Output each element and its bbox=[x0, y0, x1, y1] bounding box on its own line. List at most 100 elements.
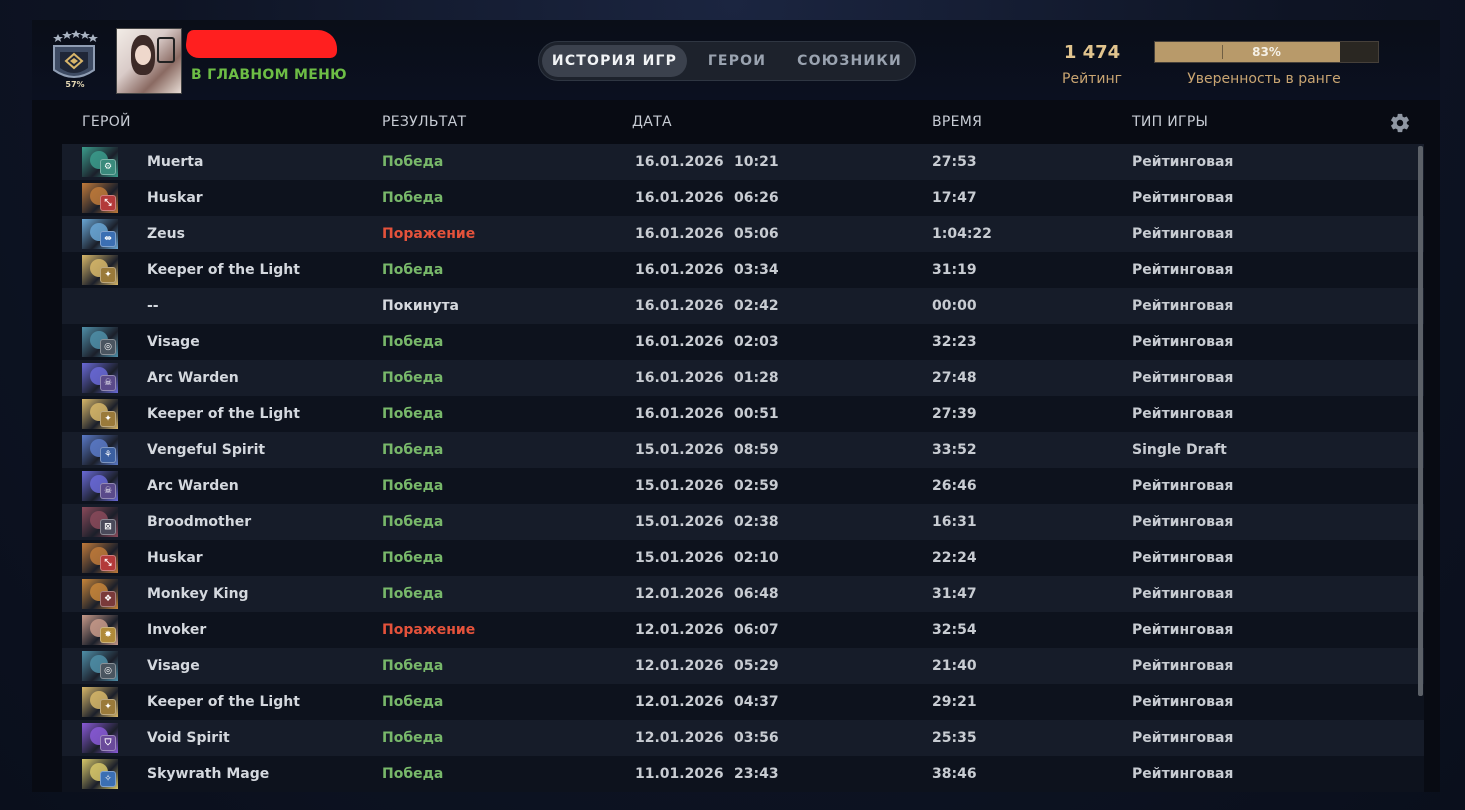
match-date: 16.01.2026 bbox=[635, 334, 724, 350]
column-header-date[interactable]: ДАТА bbox=[632, 114, 672, 130]
table-row[interactable]: ✦ Keeper of the Light Победа 12.01.2026 04:3… bbox=[62, 684, 1424, 720]
rating-label: Рейтинг bbox=[1062, 71, 1122, 87]
table-row[interactable]: ❖ Monkey King Победа 12.01.2026 06:48 31:47 Ре… bbox=[62, 576, 1424, 612]
hero-name: Arc Warden bbox=[147, 370, 239, 386]
hero-name: Keeper of the Light bbox=[147, 694, 300, 710]
column-header-hero[interactable]: ГЕРОЙ bbox=[82, 114, 131, 130]
match-list: ⚙ Muerta Победа 16.01.2026 10:21 27:53 Рейтинг… bbox=[62, 144, 1424, 792]
match-result: Победа bbox=[382, 658, 444, 674]
table-header: ГЕРОЙ РЕЗУЛЬТАТ ДАТА ВРЕМЯ ТИП ИГРЫ bbox=[32, 106, 1440, 140]
match-start-time: 02:03 bbox=[734, 334, 779, 350]
column-header-duration[interactable]: ВРЕМЯ bbox=[932, 114, 982, 130]
hero-name: Huskar bbox=[147, 550, 203, 566]
hero-role-icon: ✦ bbox=[100, 411, 116, 427]
match-result: Победа bbox=[382, 154, 444, 170]
player-status: В ГЛАВНОМ МЕНЮ bbox=[191, 67, 347, 83]
hero-role-icon: ✦ bbox=[100, 699, 116, 715]
tab-match-history[interactable]: ИСТОРИЯ ИГР bbox=[542, 45, 687, 77]
table-row[interactable]: -- Покинута 16.01.2026 02:42 00:00 Рейтингова… bbox=[62, 288, 1424, 324]
table-row[interactable]: ☠ Arc Warden Победа 15.01.2026 02:59 26:46 Рей… bbox=[62, 468, 1424, 504]
table-row[interactable]: ⚘ Vengeful Spirit Победа 15.01.2026 08:59 33:… bbox=[62, 432, 1424, 468]
hero-role-icon: ⛉ bbox=[100, 735, 116, 751]
match-game-type: Рейтинговая bbox=[1132, 262, 1234, 278]
hero-role-icon: ☠ bbox=[100, 483, 116, 499]
match-start-time: 04:37 bbox=[734, 694, 779, 710]
match-date: 12.01.2026 bbox=[635, 694, 724, 710]
gear-icon[interactable] bbox=[1389, 112, 1411, 134]
match-date: 12.01.2026 bbox=[635, 586, 724, 602]
hero-name: Arc Warden bbox=[147, 478, 239, 494]
table-row[interactable]: ✸ Invoker Поражение 12.01.2026 06:07 32:54 Рей… bbox=[62, 612, 1424, 648]
table-row[interactable]: ✦ Keeper of the Light Победа 16.01.2026 03:3… bbox=[62, 252, 1424, 288]
match-game-type: Рейтинговая bbox=[1132, 514, 1234, 530]
hero-name: Visage bbox=[147, 334, 200, 350]
hero-name: Keeper of the Light bbox=[147, 406, 300, 422]
column-header-result[interactable]: РЕЗУЛЬТАТ bbox=[382, 114, 466, 130]
table-row[interactable]: ⇹ Zeus Поражение 16.01.2026 05:06 1:04:22 Рейт… bbox=[62, 216, 1424, 252]
match-duration: 26:46 bbox=[932, 478, 977, 494]
match-start-time: 02:10 bbox=[734, 550, 779, 566]
hero-name: Keeper of the Light bbox=[147, 262, 300, 278]
match-result: Победа bbox=[382, 514, 444, 530]
match-game-type: Рейтинговая bbox=[1132, 370, 1234, 386]
table-row[interactable]: ⊠ Broodmother Победа 15.01.2026 02:38 16:31 Ре… bbox=[62, 504, 1424, 540]
table-row[interactable]: ⛉ Void Spirit Победа 12.01.2026 03:56 25:35 Ре… bbox=[62, 720, 1424, 756]
scrollbar[interactable] bbox=[1418, 146, 1423, 696]
match-start-time: 02:42 bbox=[734, 298, 779, 314]
column-header-game-type[interactable]: ТИП ИГРЫ bbox=[1132, 114, 1208, 130]
match-duration: 38:46 bbox=[932, 766, 977, 782]
table-row[interactable]: ◎ Visage Победа 12.01.2026 05:29 21:40 Рейтинг… bbox=[62, 648, 1424, 684]
match-start-time: 02:59 bbox=[734, 478, 779, 494]
match-date: 16.01.2026 bbox=[635, 406, 724, 422]
match-game-type: Рейтинговая bbox=[1132, 154, 1234, 170]
tab-heroes[interactable]: ГЕРОИ bbox=[691, 45, 783, 77]
hero-name: Zeus bbox=[147, 226, 185, 242]
match-duration: 32:23 bbox=[932, 334, 977, 350]
match-start-time: 03:34 bbox=[734, 262, 779, 278]
match-date: 16.01.2026 bbox=[635, 226, 724, 242]
hero-role-icon: ⊠ bbox=[100, 519, 116, 535]
match-start-time: 00:51 bbox=[734, 406, 779, 422]
hero-name: Huskar bbox=[147, 190, 203, 206]
match-date: 16.01.2026 bbox=[635, 154, 724, 170]
match-duration: 17:47 bbox=[932, 190, 977, 206]
match-duration: 29:21 bbox=[932, 694, 977, 710]
hero-name: Visage bbox=[147, 658, 200, 674]
match-game-type: Рейтинговая bbox=[1132, 298, 1234, 314]
hero-role-icon: ◎ bbox=[100, 339, 116, 355]
hero-name: Muerta bbox=[147, 154, 204, 170]
rank-confidence-label: Уверенность в ранге bbox=[1187, 71, 1341, 87]
match-date: 16.01.2026 bbox=[635, 298, 724, 314]
match-result: Победа bbox=[382, 406, 444, 422]
tab-bar: ИСТОРИЯ ИГР ГЕРОИ СОЮЗНИКИ bbox=[538, 41, 916, 81]
table-row[interactable]: ✧ Skywrath Mage Победа 11.01.2026 23:43 38:46… bbox=[62, 756, 1424, 792]
table-row[interactable]: ☠ Arc Warden Победа 16.01.2026 01:28 27:48 Рей… bbox=[62, 360, 1424, 396]
match-duration: 21:40 bbox=[932, 658, 977, 674]
match-duration: 25:35 bbox=[932, 730, 977, 746]
match-game-type: Рейтинговая bbox=[1132, 478, 1234, 494]
match-result: Победа bbox=[382, 586, 444, 602]
rank-confidence-bar: 83% bbox=[1154, 41, 1379, 63]
match-date: 11.01.2026 bbox=[635, 766, 724, 782]
avatar[interactable] bbox=[116, 28, 182, 94]
table-row[interactable]: ⤡ Huskar Победа 15.01.2026 02:10 22:24 Рейтинг… bbox=[62, 540, 1424, 576]
tab-allies[interactable]: СОЮЗНИКИ bbox=[787, 45, 912, 77]
match-date: 16.01.2026 bbox=[635, 262, 724, 278]
match-duration: 31:47 bbox=[932, 586, 977, 602]
match-date: 15.01.2026 bbox=[635, 514, 724, 530]
match-duration: 16:31 bbox=[932, 514, 977, 530]
match-duration: 1:04:22 bbox=[932, 226, 992, 242]
match-result: Победа bbox=[382, 190, 444, 206]
table-row[interactable]: ◎ Visage Победа 16.01.2026 02:03 32:23 Рейтинг… bbox=[62, 324, 1424, 360]
hero-role-icon: ✸ bbox=[100, 627, 116, 643]
match-start-time: 05:06 bbox=[734, 226, 779, 242]
match-game-type: Рейтинговая bbox=[1132, 766, 1234, 782]
match-result: Победа bbox=[382, 694, 444, 710]
table-row[interactable]: ✦ Keeper of the Light Победа 16.01.2026 00:5… bbox=[62, 396, 1424, 432]
table-row[interactable]: ⚙ Muerta Победа 16.01.2026 10:21 27:53 Рейтинг… bbox=[62, 144, 1424, 180]
match-start-time: 06:07 bbox=[734, 622, 779, 638]
hero-role-icon: ✦ bbox=[100, 267, 116, 283]
table-row[interactable]: ⤡ Huskar Победа 16.01.2026 06:26 17:47 Рейтинг… bbox=[62, 180, 1424, 216]
match-result: Победа bbox=[382, 478, 444, 494]
match-date: 12.01.2026 bbox=[635, 730, 724, 746]
